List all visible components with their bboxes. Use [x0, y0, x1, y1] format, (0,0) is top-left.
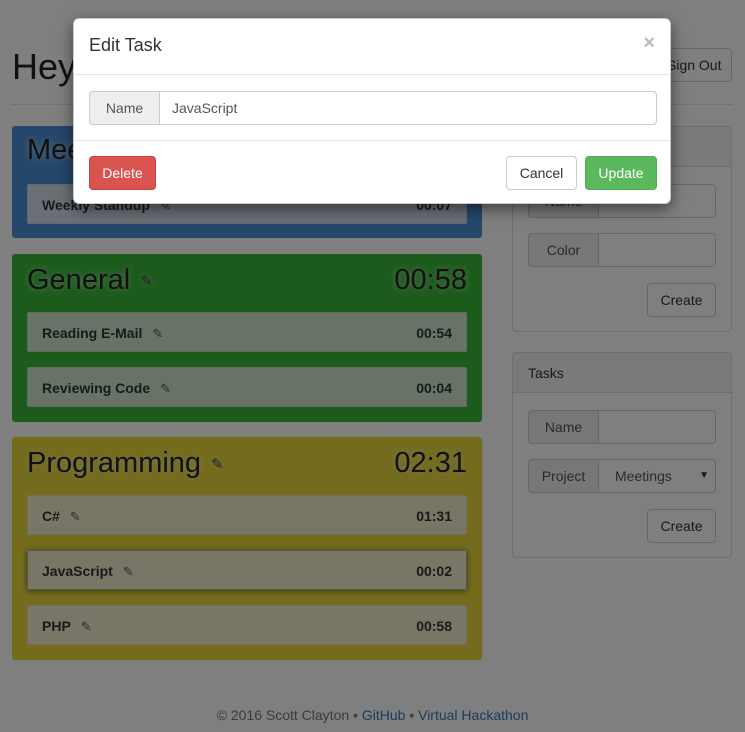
edit-task-modal: Edit Task × Name Delete Cancel Update: [73, 18, 671, 204]
edit-task-name-input[interactable]: [160, 91, 657, 125]
modal-footer: Delete Cancel Update: [74, 141, 670, 205]
modal-header: Edit Task ×: [74, 19, 670, 75]
delete-button[interactable]: Delete: [89, 156, 156, 190]
edit-task-name-label: Name: [89, 91, 160, 125]
edit-task-name-group: Name: [89, 91, 657, 125]
update-button[interactable]: Update: [585, 156, 657, 190]
cancel-button[interactable]: Cancel: [506, 156, 577, 190]
modal-title: Edit Task: [89, 35, 162, 55]
close-icon[interactable]: ×: [643, 32, 655, 55]
modal-body: Name: [74, 75, 670, 141]
